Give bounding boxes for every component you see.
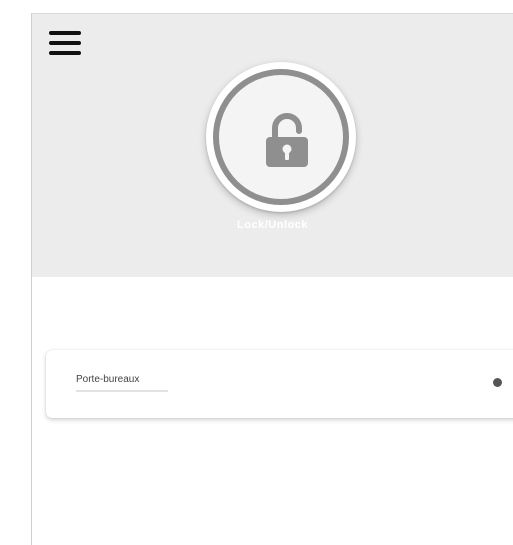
menu-line [49,41,81,45]
header-panel: Lock/Unlock [32,14,513,277]
lock-ring [213,69,349,205]
device-subtitle-line [76,390,168,392]
app-frame: Lock/Unlock Porte-bureaux [31,13,513,545]
hamburger-menu-icon[interactable] [47,28,83,58]
menu-line [49,31,81,35]
device-card[interactable]: Porte-bureaux [46,350,513,418]
lock-toggle-button[interactable] [206,62,356,212]
status-dot-icon [493,378,502,387]
lock-status-label: Lock/Unlock [237,219,308,231]
menu-line [49,51,81,55]
unlocked-padlock-icon [266,113,308,167]
device-name: Porte-bureaux [76,374,140,385]
